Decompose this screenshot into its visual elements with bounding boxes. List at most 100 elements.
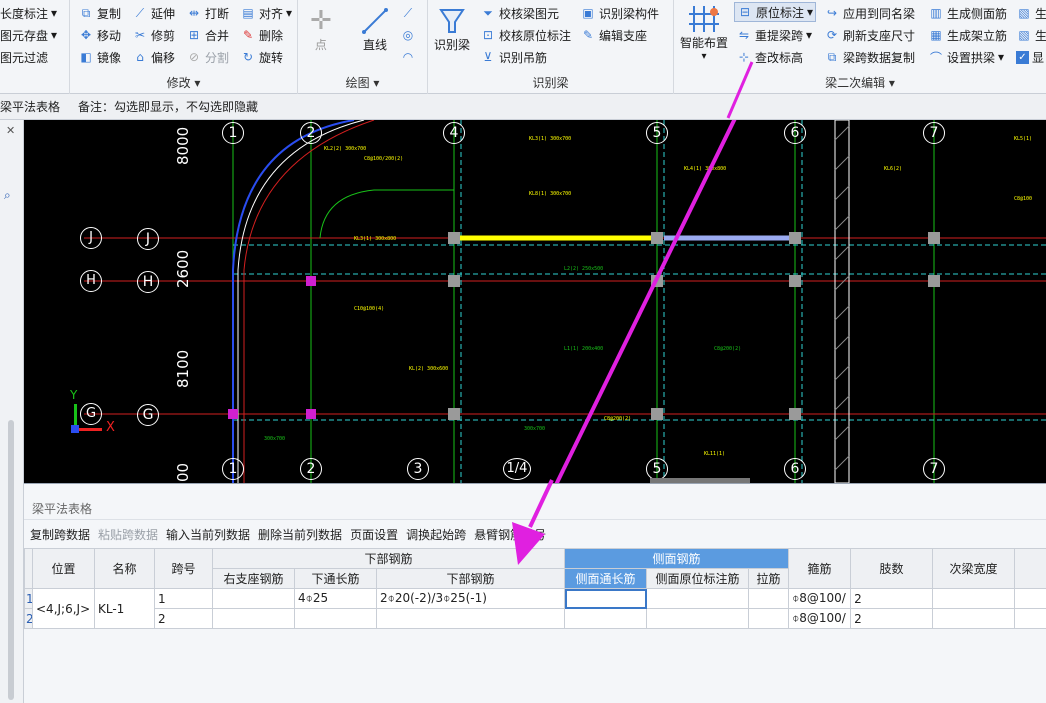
element-filter-button[interactable]: 图元过滤	[0, 47, 48, 67]
col-name[interactable]: 名称	[94, 548, 155, 589]
refresh-support-button[interactable]: ⟳ 刷新支座尺寸	[824, 25, 915, 45]
generate-icon: ▧	[1018, 28, 1030, 42]
cantilever-code-button[interactable]: 悬臂钢筋代号	[474, 526, 546, 543]
trim-button[interactable]: ✂ 修剪	[132, 25, 175, 45]
cell-side-through[interactable]	[564, 608, 648, 629]
modify-group-label[interactable]: 修改 ▾	[70, 74, 297, 91]
table-row[interactable]: 1 <4,J;6,J> KL-1 1 4⌽25 2⌽20(-2)/3⌽25(-1…	[24, 588, 1046, 629]
page-setup-button[interactable]: 页面设置	[350, 526, 398, 543]
copy-span-data-button[interactable]: 复制跨数据	[30, 526, 90, 543]
cell-legs[interactable]: 2	[850, 608, 934, 629]
draw-group-label[interactable]: 绘图 ▾	[298, 74, 427, 91]
cell-secondary-width[interactable]	[932, 608, 1016, 629]
swap-start-span-button[interactable]: 调换起始跨	[406, 526, 466, 543]
col-tie[interactable]: 拉筋	[748, 568, 790, 589]
align-button[interactable]: ▤ 对齐 ▾	[240, 3, 292, 23]
generate-button-a[interactable]: ▧ 生	[1016, 3, 1046, 23]
copy-button[interactable]: ⧉ 复制	[78, 3, 121, 23]
rotate-button[interactable]: ↻ 旋转	[240, 47, 283, 67]
identify-hanger-button[interactable]: ⊻ 识别吊筋	[480, 47, 547, 67]
cell-position[interactable]: <4,J;6,J>	[32, 588, 95, 629]
cell-name[interactable]: KL-1	[94, 588, 155, 629]
cell-bottom-through[interactable]: 4⌽25	[294, 588, 377, 609]
save-element-button[interactable]: 图元存盘 ▾	[0, 25, 57, 45]
search-icon[interactable]: ⌕	[4, 188, 11, 203]
extend-button[interactable]: ⟋ 延伸	[132, 3, 175, 23]
row-number[interactable]: 2	[24, 608, 33, 629]
identify-beam-icon	[439, 9, 465, 33]
polyline-button[interactable]: ⟋	[400, 3, 416, 23]
col-span[interactable]: 跨号	[154, 548, 213, 589]
col-bottom-bar[interactable]: 下部钢筋	[375, 568, 566, 589]
col-right-support[interactable]: 右支座钢筋	[212, 568, 295, 589]
delete-button[interactable]: ✎ 删除	[240, 25, 283, 45]
checkbox-checked-icon: ✓	[1016, 50, 1029, 64]
cell-side-through[interactable]	[564, 588, 648, 609]
generate-button-b[interactable]: ▧ 生	[1016, 25, 1046, 45]
cell-span[interactable]: 1	[154, 588, 213, 609]
offset-button[interactable]: ⌂ 偏移	[132, 47, 175, 67]
close-icon[interactable]: ✕	[6, 124, 15, 137]
cell-bottom-bar[interactable]: 2⌽20(-2)/3⌽25(-1)	[375, 588, 566, 609]
cell-bottom-through[interactable]	[294, 608, 377, 629]
check-beam-element-button[interactable]: ⏷ 校核梁图元	[480, 3, 559, 23]
cell-tie[interactable]	[748, 588, 790, 609]
table-row[interactable]: 2 2 ⌽8@100/ 2	[24, 608, 1046, 629]
re-extract-span-button[interactable]: ⇋ 重提梁跨 ▾	[736, 25, 812, 45]
col-side-through[interactable]: 侧面通长筋	[564, 568, 648, 589]
col-side-original[interactable]: 侧面原位标注筋	[646, 568, 750, 589]
col-stirrup[interactable]: 箍筋	[788, 548, 852, 589]
cell-stirrup[interactable]: ⌽8@100/	[788, 608, 852, 629]
set-arch-beam-button[interactable]: ⌒ 设置拱梁 ▾	[928, 47, 1004, 67]
input-column-data-button[interactable]: 输入当前列数据	[166, 526, 250, 543]
break-button[interactable]: ⇹ 打断	[186, 3, 229, 23]
cad-drawing[interactable]: KL2(2) 300x700 C8@100/200(2) KL3(1) 300x8…	[24, 120, 1046, 483]
cell-side-original[interactable]	[646, 588, 750, 609]
left-scrollbar[interactable]	[8, 420, 14, 700]
mirror-button[interactable]: ◧ 镜像	[78, 47, 121, 67]
cell-tie[interactable]	[748, 608, 790, 629]
apply-same-beam-button[interactable]: ↪ 应用到同名梁	[824, 3, 915, 23]
identify-beam-component-button[interactable]: ▣ 识别梁构件	[580, 3, 659, 23]
col-bottom-through[interactable]: 下通长筋	[294, 568, 377, 589]
ribbon: 长度标注 ▾ 图元存盘 ▾ 图元过滤 ⧉ 复制 ✥ 移动 ◧ 镜像 ⟋ 延伸 ✂ 修剪 ⌂ 偏移…	[0, 0, 1046, 94]
smart-layout-button[interactable]: 智能布置 ▾	[680, 4, 728, 62]
cell-bottom-bar[interactable]	[375, 608, 566, 629]
col-legs[interactable]: 肢数	[850, 548, 934, 589]
identify-beam-button[interactable]: 识别梁	[434, 6, 470, 53]
length-dim-button[interactable]: 长度标注 ▾	[0, 3, 57, 23]
cell-stirrup[interactable]: ⌽8@100/	[788, 588, 852, 609]
cell-side-original[interactable]	[646, 608, 750, 629]
delete-column-data-button[interactable]: 删除当前列数据	[258, 526, 342, 543]
original-dim-button[interactable]: ⊟ 原位标注 ▾	[734, 2, 817, 22]
cell-right-support[interactable]	[212, 588, 295, 609]
col-position[interactable]: 位置	[32, 548, 95, 589]
arc-button[interactable]: ◠	[400, 47, 416, 67]
row-number[interactable]: 1	[24, 588, 33, 609]
cell-span[interactable]: 2	[154, 608, 213, 629]
display-checkbox[interactable]: ✓ 显	[1016, 47, 1044, 67]
check-original-dim-button[interactable]: ⊡ 校核原位标注	[480, 25, 571, 45]
trim-label: 修剪	[151, 28, 176, 43]
check-elevation-button[interactable]: ⊹ 查改标高	[736, 47, 803, 67]
line-button[interactable]: 直线	[360, 6, 390, 53]
paste-span-data-button[interactable]: 粘贴跨数据	[98, 526, 158, 543]
circle-button[interactable]: ◎	[400, 25, 416, 45]
cell-extra[interactable]	[1014, 608, 1046, 629]
merge-button[interactable]: ⊞ 合并	[186, 25, 229, 45]
point-button[interactable]: ✛ 点	[310, 6, 332, 53]
cell-legs[interactable]: 2	[850, 588, 934, 609]
gen-side-bar-button[interactable]: ▥ 生成侧面筋	[928, 3, 1007, 23]
cell-extra[interactable]	[1014, 588, 1046, 609]
split-button[interactable]: ⊘ 分割	[186, 47, 229, 67]
beam-secondary-edit-group-label[interactable]: 梁二次编辑 ▾	[674, 74, 1046, 91]
drawing-canvas[interactable]: KL2(2) 300x700 C8@100/200(2) KL3(1) 300x8…	[24, 120, 1046, 483]
cell-right-support[interactable]	[212, 608, 295, 629]
col-secondary-width[interactable]: 次梁宽度	[932, 548, 1016, 589]
gen-erection-bar-button[interactable]: ▦ 生成架立筋	[928, 25, 1007, 45]
identify-beam-group: 识别梁 ⏷ 校核梁图元 ⊡ 校核原位标注 ⊻ 识别吊筋 ▣ 识别梁构件 ✎ 编辑支座 识别…	[428, 0, 674, 94]
copy-span-data-button[interactable]: ⧉ 梁跨数据复制	[824, 47, 915, 67]
move-button[interactable]: ✥ 移动	[78, 25, 121, 45]
cell-secondary-width[interactable]	[932, 588, 1016, 609]
edit-support-button[interactable]: ✎ 编辑支座	[580, 25, 647, 45]
